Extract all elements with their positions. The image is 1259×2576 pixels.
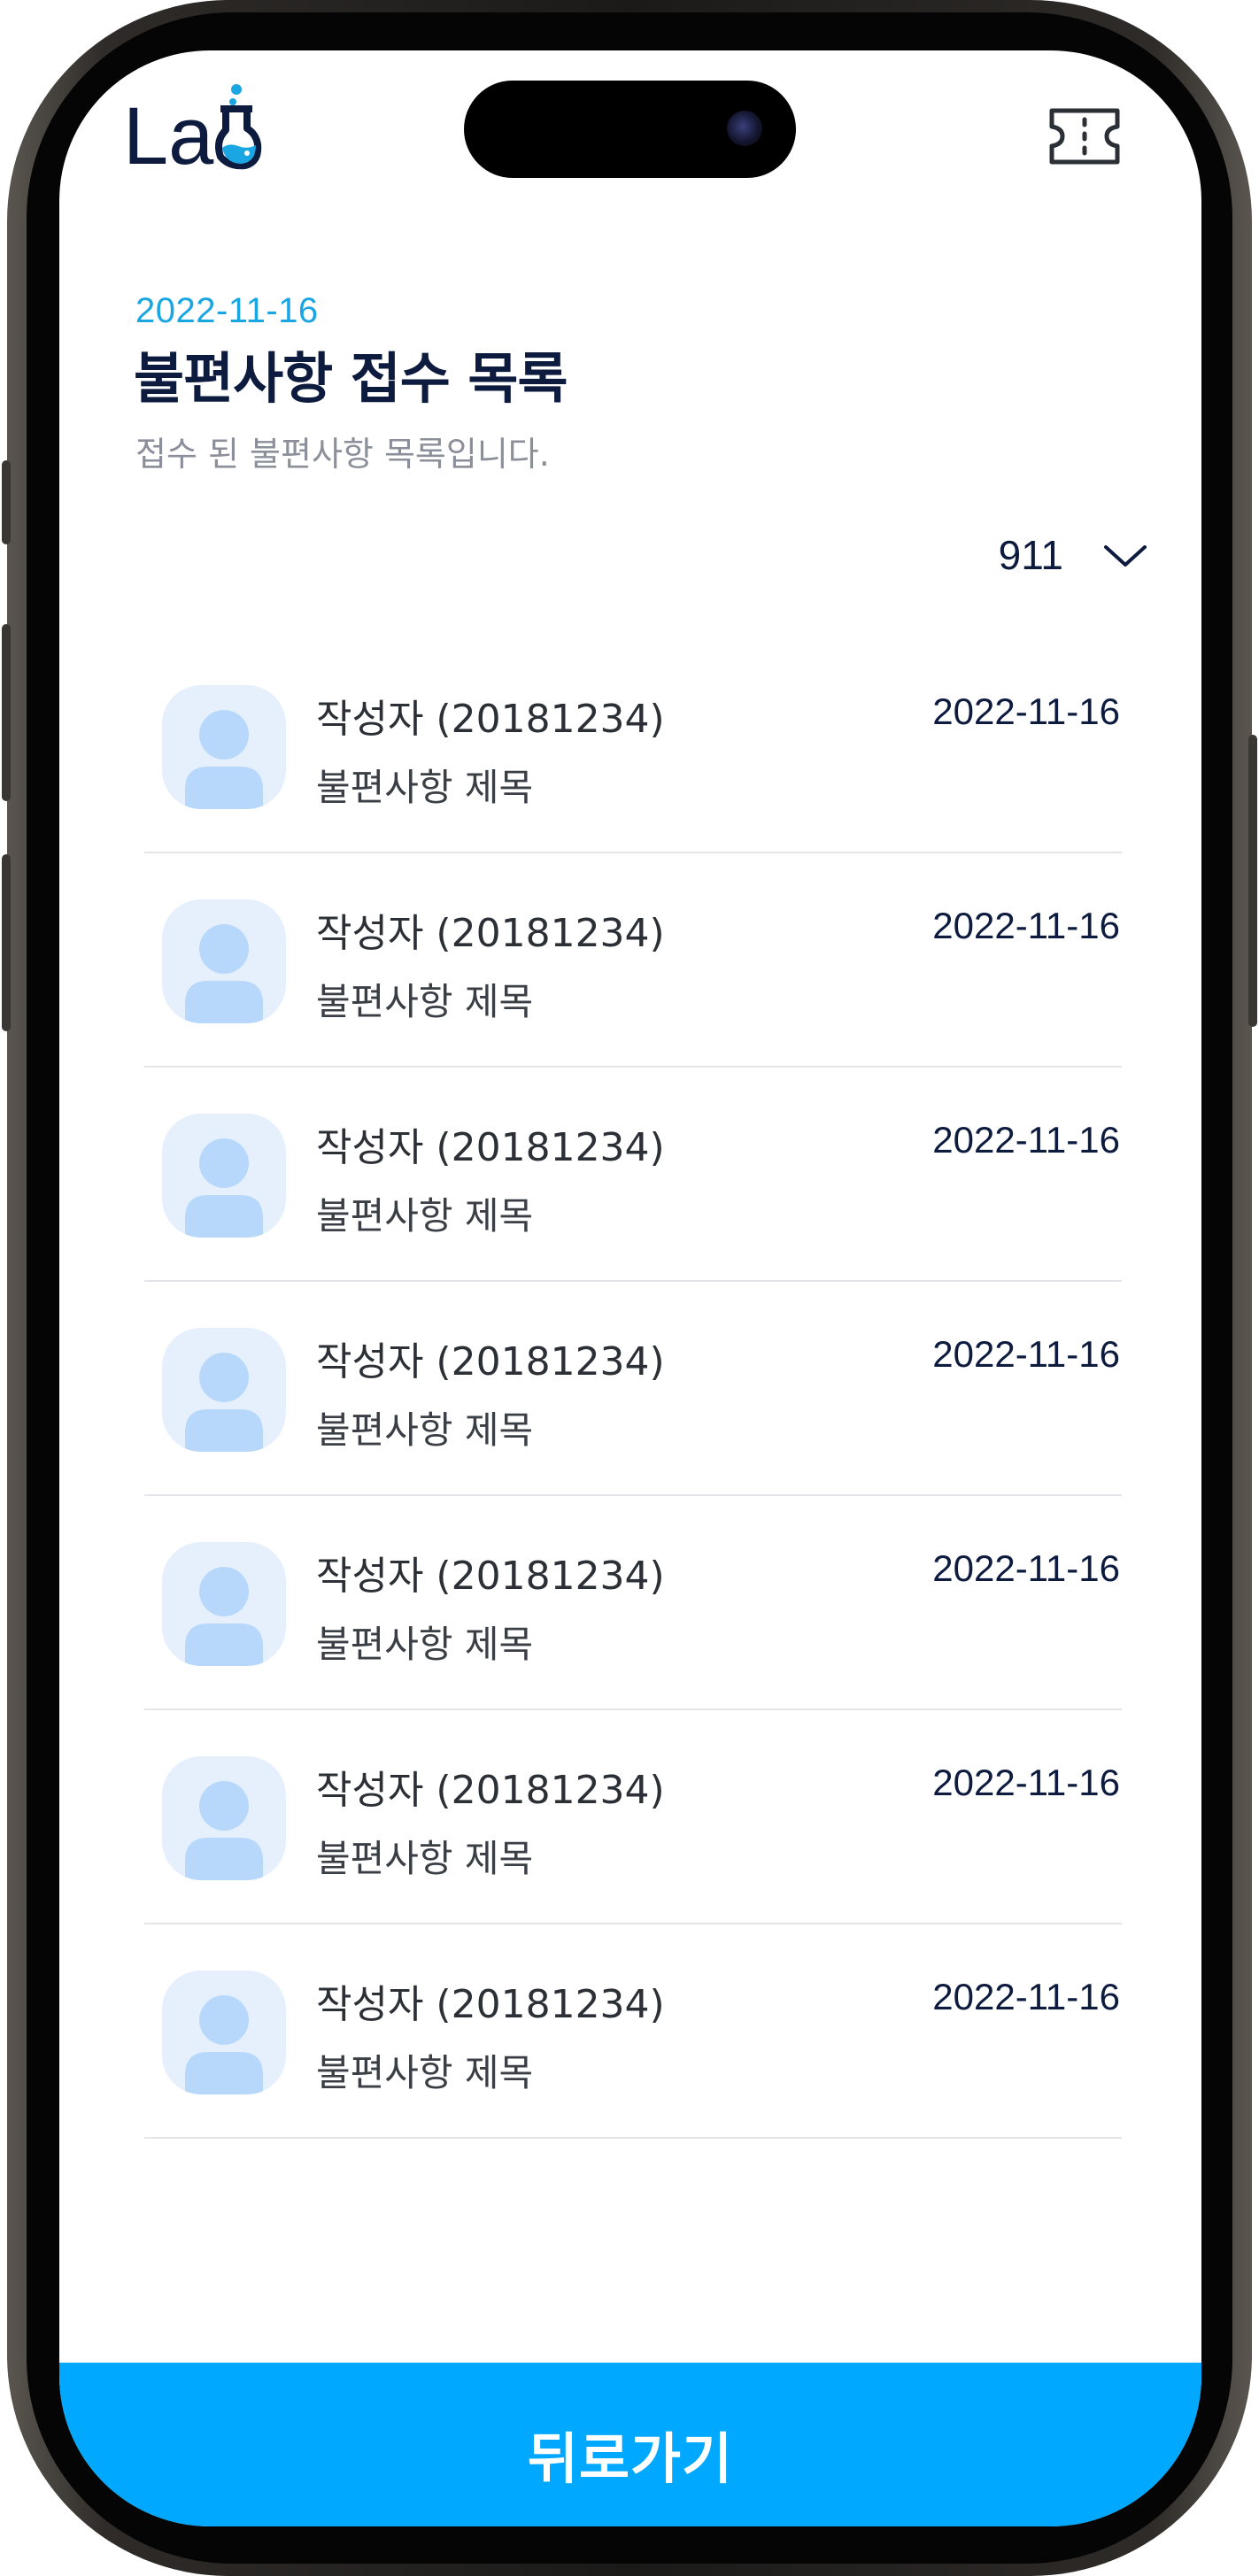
user-icon: [185, 1138, 263, 1238]
avatar: [162, 899, 286, 1023]
list-item[interactable]: 작성자 (20181234) 불편사항 제목 2022-11-16: [144, 1710, 1122, 1924]
complaint-date: 2022-11-16: [932, 1976, 1120, 2017]
list-item[interactable]: 작성자 (20181234) 불편사항 제목 2022-11-16: [144, 853, 1122, 1068]
list-item[interactable]: 작성자 (20181234) 불편사항 제목 2022-11-16: [144, 1068, 1122, 1282]
complaint-date: 2022-11-16: [932, 1547, 1120, 1589]
complaint-title: 불편사항 제목: [316, 980, 534, 1023]
user-icon: [185, 1995, 263, 2094]
avatar: [162, 1971, 286, 2094]
volume-down-button: [2, 854, 11, 1031]
screen: Lab 2022-11-16 불편사항 접수 목록 접수 된 불편사항 목록입니…: [59, 50, 1201, 2526]
back-button[interactable]: 뒤로가기: [59, 2363, 1201, 2526]
list-item[interactable]: 작성자 (20181234) 불편사항 제목 2022-11-16: [144, 1924, 1122, 2139]
complaint-title: 불편사항 제목: [316, 2051, 534, 2094]
complaint-date: 2022-11-16: [932, 1762, 1120, 1803]
avatar: [162, 685, 286, 809]
complaint-title: 불편사항 제목: [316, 1837, 534, 1880]
author-label: 작성자 (20181234): [316, 1125, 665, 1170]
avatar: [162, 1114, 286, 1238]
action-button: [2, 460, 11, 544]
author-label: 작성자 (20181234): [316, 1339, 665, 1384]
author-label: 작성자 (20181234): [316, 1768, 665, 1813]
filter-value: 911: [998, 532, 1063, 578]
list-item[interactable]: 작성자 (20181234) 불편사항 제목 2022-11-16: [144, 1496, 1122, 1710]
user-icon: [185, 1781, 263, 1880]
chevron-down-icon: [1104, 545, 1147, 567]
user-icon: [185, 710, 263, 809]
dynamic-island: [464, 81, 796, 178]
complaint-date: 2022-11-16: [932, 1333, 1120, 1375]
user-icon: [185, 1353, 263, 1452]
page-date: 2022-11-16: [135, 291, 319, 330]
volume-up-button: [2, 624, 11, 801]
power-button: [1248, 735, 1257, 1027]
author-label: 작성자 (20181234): [316, 1554, 665, 1599]
complaint-title: 불편사항 제목: [316, 1408, 534, 1452]
complaint-list: 작성자 (20181234) 불편사항 제목 2022-11-16 작성자 (2…: [144, 639, 1122, 2139]
complaint-title: 불편사항 제목: [316, 766, 534, 809]
author-label: 작성자 (20181234): [316, 697, 665, 742]
avatar: [162, 1328, 286, 1452]
complaint-date: 2022-11-16: [932, 1119, 1120, 1161]
filter-select[interactable]: 911: [945, 518, 1148, 592]
list-item[interactable]: 작성자 (20181234) 불편사항 제목 2022-11-16: [144, 639, 1122, 853]
lab-logo[interactable]: Lab: [123, 77, 265, 170]
list-item[interactable]: 작성자 (20181234) 불편사항 제목 2022-11-16: [144, 1282, 1122, 1496]
user-icon: [185, 924, 263, 1023]
front-camera: [727, 111, 762, 146]
complaint-title: 불편사항 제목: [316, 1194, 534, 1238]
ticket-icon[interactable]: [1047, 105, 1123, 167]
complaint-date: 2022-11-16: [932, 690, 1120, 732]
complaint-title: 불편사항 제목: [316, 1623, 534, 1666]
page-title: 불편사항 접수 목록: [134, 346, 568, 411]
user-icon: [185, 1567, 263, 1666]
complaint-date: 2022-11-16: [932, 905, 1120, 946]
page-subtitle: 접수 된 불편사항 목록입니다.: [135, 435, 550, 474]
author-label: 작성자 (20181234): [316, 1982, 665, 2027]
author-label: 작성자 (20181234): [316, 911, 665, 956]
avatar: [162, 1542, 286, 1666]
avatar: [162, 1756, 286, 1880]
